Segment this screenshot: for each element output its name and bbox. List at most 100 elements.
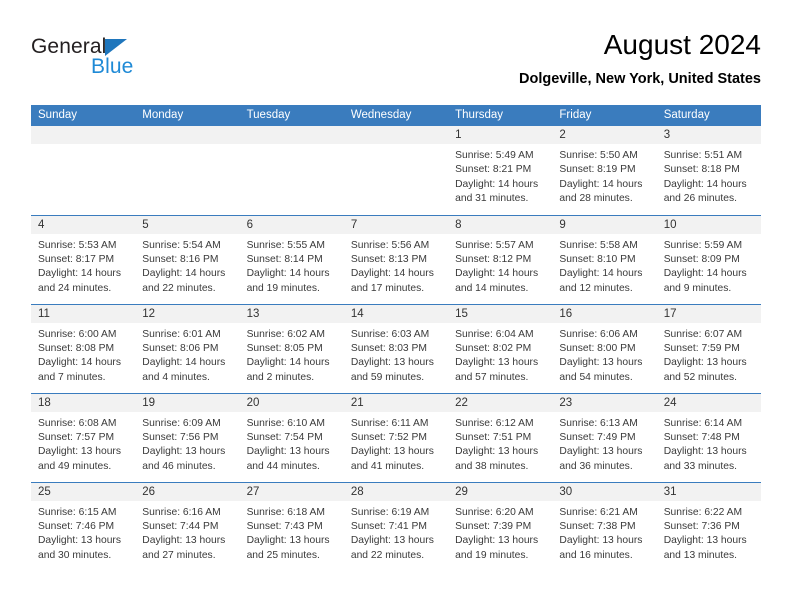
day-cell-inner: 17 Sunrise: 6:07 AM Sunset: 7:59 PM Dayligh… — [656, 304, 761, 393]
sunset-time: Sunset: 7:43 PM — [246, 520, 323, 532]
daylight-duration-line2: and 13 minutes. — [663, 549, 737, 561]
day-details: Sunrise: 6:19 AM Sunset: 7:41 PM Daylight:… — [344, 501, 448, 564]
general-blue-logo[interactable]: General Blue — [31, 36, 261, 92]
calendar-day-cell[interactable]: 24 Sunrise: 6:14 AM Sunset: 7:48 PM Dayligh… — [656, 392, 761, 482]
day-details: Sunrise: 6:07 AM Sunset: 7:59 PM Daylight:… — [657, 323, 761, 386]
daylight-duration-line2: and 54 minutes. — [559, 371, 633, 383]
sunrise-time: Sunrise: 5:56 AM — [350, 239, 430, 251]
daylight-duration-line1: Daylight: 14 hours — [38, 357, 121, 369]
day-number: 3 — [656, 126, 761, 144]
sunset-time: Sunset: 7:56 PM — [142, 431, 219, 443]
calendar-day-cell[interactable]: 23 Sunrise: 6:13 AM Sunset: 7:49 PM Dayligh… — [552, 392, 657, 482]
calendar-day-cell[interactable]: 16 Sunrise: 6:06 AM Sunset: 8:00 PM Dayligh… — [552, 303, 657, 393]
calendar-day-cell[interactable]: 6 Sunrise: 5:55 AM Sunset: 8:14 PM Daylight… — [239, 214, 344, 304]
calendar-day-cell[interactable]: 12 Sunrise: 6:01 AM Sunset: 8:06 PM Dayligh… — [135, 303, 240, 393]
day-details: Sunrise: 6:01 AM Sunset: 8:06 PM Daylight:… — [135, 323, 239, 386]
calendar-day-cell[interactable]: 22 Sunrise: 6:12 AM Sunset: 7:51 PM Dayligh… — [448, 392, 553, 482]
calendar-day-cell[interactable]: 28 Sunrise: 6:19 AM Sunset: 7:41 PM Dayligh… — [343, 481, 449, 574]
day-number: 21 — [343, 393, 449, 412]
sunset-time: Sunset: 8:10 PM — [559, 253, 636, 265]
day-number: 16 — [552, 304, 657, 323]
daylight-duration-line1: Daylight: 13 hours — [455, 446, 539, 458]
calendar-day-cell[interactable]: 20 Sunrise: 6:10 AM Sunset: 7:54 PM Dayligh… — [239, 392, 344, 482]
calendar-day-cell[interactable]: 26 Sunrise: 6:16 AM Sunset: 7:44 PM Dayligh… — [135, 481, 240, 574]
day-cell-inner: 22 Sunrise: 6:12 AM Sunset: 7:51 PM Dayligh… — [448, 393, 553, 482]
day-number: 25 — [31, 482, 136, 501]
calendar-day-cell[interactable]: 18 Sunrise: 6:08 AM Sunset: 7:57 PM Dayligh… — [31, 392, 136, 482]
daylight-duration-line2: and 16 minutes. — [559, 549, 633, 561]
daylight-duration-line1: Daylight: 13 hours — [38, 535, 121, 547]
daylight-duration-line1: Daylight: 13 hours — [663, 446, 747, 458]
sunrise-time: Sunrise: 6:12 AM — [455, 417, 534, 429]
sunset-time: Sunset: 7:51 PM — [455, 431, 532, 443]
weekday-header-thursday: Thursday — [448, 105, 553, 126]
daylight-duration-line1: Daylight: 13 hours — [350, 535, 434, 547]
calendar-day-cell[interactable]: 5 Sunrise: 5:54 AM Sunset: 8:16 PM Daylight… — [135, 214, 240, 304]
calendar-day-cell[interactable]: 31 Sunrise: 6:22 AM Sunset: 7:36 PM Dayligh… — [656, 481, 761, 574]
sunset-time: Sunset: 8:08 PM — [38, 342, 115, 354]
calendar-day-cell[interactable]: 19 Sunrise: 6:09 AM Sunset: 7:56 PM Dayligh… — [135, 392, 240, 482]
logo-text-blue: Blue — [91, 55, 134, 78]
day-cell-inner: 29 Sunrise: 6:20 AM Sunset: 7:39 PM Dayligh… — [448, 482, 553, 575]
day-number: 19 — [135, 393, 240, 412]
day-number: 8 — [448, 215, 553, 234]
calendar-day-cell[interactable]: 4 Sunrise: 5:53 AM Sunset: 8:17 PM Daylight… — [31, 214, 136, 304]
sunrise-time: Sunrise: 5:53 AM — [38, 239, 117, 251]
day-number: 17 — [656, 304, 761, 323]
calendar-day-cell[interactable]: 7 Sunrise: 5:56 AM Sunset: 8:13 PM Daylight… — [343, 214, 449, 304]
calendar-day-cell[interactable]: 2 Sunrise: 5:50 AM Sunset: 8:19 PM Daylight… — [552, 126, 657, 215]
sunset-time: Sunset: 8:00 PM — [559, 342, 636, 354]
sunset-time: Sunset: 8:18 PM — [663, 164, 740, 176]
weekday-header-tuesday: Tuesday — [239, 105, 344, 126]
calendar-day-cell[interactable]: 10 Sunrise: 5:59 AM Sunset: 8:09 PM Dayligh… — [656, 214, 761, 304]
day-number: 29 — [448, 482, 553, 501]
day-details: Sunrise: 5:55 AM Sunset: 8:14 PM Daylight:… — [240, 234, 344, 297]
sunrise-time: Sunrise: 5:51 AM — [663, 150, 743, 161]
calendar-day-cell[interactable]: 30 Sunrise: 6:21 AM Sunset: 7:38 PM Dayligh… — [552, 481, 657, 574]
day-cell-inner: 20 Sunrise: 6:10 AM Sunset: 7:54 PM Dayligh… — [239, 393, 344, 482]
sunrise-time: Sunrise: 6:07 AM — [663, 328, 743, 340]
logo-triangle-icon — [105, 39, 128, 56]
daylight-duration-line2: and 36 minutes. — [559, 460, 633, 472]
day-cell-inner: 5 Sunrise: 5:54 AM Sunset: 8:16 PM Daylight… — [135, 215, 240, 304]
daylight-duration-line2: and 38 minutes. — [455, 460, 529, 472]
daylight-duration-line2: and 41 minutes. — [350, 460, 425, 472]
sunrise-time: Sunrise: 5:55 AM — [246, 239, 325, 251]
calendar-day-cell[interactable]: 11 Sunrise: 6:00 AM Sunset: 8:08 PM Dayligh… — [31, 303, 136, 393]
daylight-duration-line1: Daylight: 13 hours — [559, 535, 643, 547]
day-number — [31, 126, 136, 144]
calendar-day-cell[interactable]: 13 Sunrise: 6:02 AM Sunset: 8:05 PM Dayligh… — [239, 303, 344, 393]
daylight-duration-line1: Daylight: 13 hours — [663, 357, 747, 369]
calendar-day-cell[interactable]: 8 Sunrise: 5:57 AM Sunset: 8:12 PM Daylight… — [448, 214, 553, 304]
daylight-duration-line2: and 52 minutes. — [663, 371, 737, 383]
calendar-day-cell[interactable]: 3 Sunrise: 5:51 AM Sunset: 8:18 PM Daylight… — [656, 126, 761, 215]
calendar-header-row: Sunday Monday Tuesday Wednesday Thursday… — [31, 105, 761, 126]
sunset-time: Sunset: 7:39 PM — [455, 520, 532, 532]
sunset-time: Sunset: 8:13 PM — [350, 253, 427, 265]
day-details: Sunrise: 5:53 AM Sunset: 8:17 PM Daylight:… — [31, 234, 135, 297]
calendar-day-cell[interactable]: 25 Sunrise: 6:15 AM Sunset: 7:46 PM Dayligh… — [31, 481, 136, 574]
daylight-duration-line2: and 26 minutes. — [663, 193, 737, 205]
day-cell-inner: 1 Sunrise: 5:49 AM Sunset: 8:21 PM Daylight… — [448, 126, 553, 215]
daylight-duration-line1: Daylight: 13 hours — [559, 446, 643, 458]
daylight-duration-line1: Daylight: 13 hours — [350, 446, 434, 458]
day-number: 11 — [31, 304, 136, 323]
day-cell-inner: 24 Sunrise: 6:14 AM Sunset: 7:48 PM Dayligh… — [656, 393, 761, 482]
daylight-duration-line2: and 31 minutes. — [455, 193, 529, 205]
calendar-day-cell[interactable]: 9 Sunrise: 5:58 AM Sunset: 8:10 PM Daylight… — [552, 214, 657, 304]
day-cell-inner: 18 Sunrise: 6:08 AM Sunset: 7:57 PM Dayligh… — [31, 393, 136, 482]
calendar-day-cell[interactable]: 21 Sunrise: 6:11 AM Sunset: 7:52 PM Dayligh… — [343, 392, 449, 482]
sunset-time: Sunset: 7:54 PM — [246, 431, 323, 443]
calendar-day-cell[interactable]: 29 Sunrise: 6:20 AM Sunset: 7:39 PM Dayligh… — [448, 481, 553, 575]
calendar-day-cell[interactable]: 14 Sunrise: 6:03 AM Sunset: 8:03 PM Dayligh… — [343, 303, 449, 393]
calendar-day-cell[interactable]: 15 Sunrise: 6:04 AM Sunset: 8:02 PM Dayligh… — [448, 303, 553, 393]
daylight-duration-line2: and 2 minutes. — [246, 371, 315, 383]
sunset-time: Sunset: 8:02 PM — [455, 342, 532, 354]
daylight-duration-line1: Daylight: 14 hours — [38, 268, 121, 280]
calendar-day-cell[interactable]: 1 Sunrise: 5:49 AM Sunset: 8:21 PM Daylight… — [448, 126, 553, 215]
daylight-duration-line2: and 22 minutes. — [350, 549, 425, 561]
calendar-day-cell[interactable]: 17 Sunrise: 6:07 AM Sunset: 7:59 PM Dayligh… — [656, 303, 761, 393]
sunset-time: Sunset: 8:21 PM — [455, 164, 532, 176]
calendar-day-cell[interactable]: 27 Sunrise: 6:18 AM Sunset: 7:43 PM Dayligh… — [239, 481, 344, 574]
day-number: 7 — [343, 215, 449, 234]
